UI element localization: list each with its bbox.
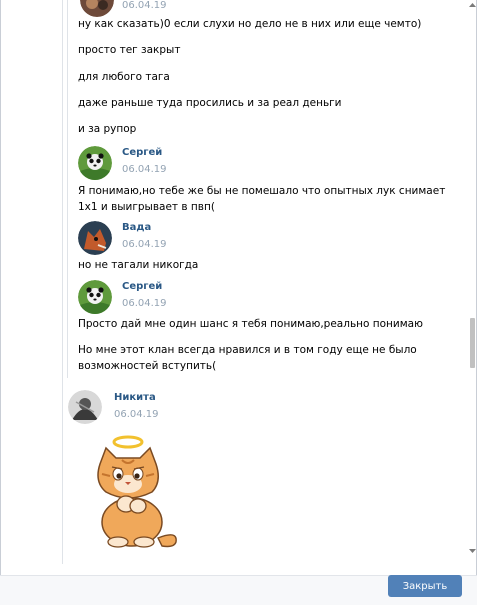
avatar-sergey[interactable] (78, 146, 112, 180)
message-text: Просто дай мне один шанс я тебя понимаю,… (78, 318, 423, 330)
avatar-nikita[interactable] (68, 390, 102, 424)
avatar-vada[interactable] (78, 221, 112, 255)
scrollbar-thumb[interactable] (470, 318, 475, 368)
scrollbar[interactable] (468, 0, 477, 575)
avatar-partial[interactable] (80, 0, 114, 17)
message-text: даже раньше туда просились и за реал ден… (78, 97, 342, 109)
message-text: и за рупор (78, 123, 137, 135)
message-date[interactable]: 06.04.19 (122, 0, 167, 11)
message-thread[interactable]: 06.04.19 ну как сказать)0 если слухи но … (0, 0, 477, 575)
author-link[interactable]: Сергей (122, 147, 162, 158)
message-text: Я понимаю,но тебе же бы не помешало что … (78, 185, 446, 197)
message-date[interactable]: 06.04.19 (114, 409, 159, 420)
window-border (0, 0, 1, 575)
message-date[interactable]: 06.04.19 (122, 239, 167, 250)
author-link[interactable]: Вада (122, 222, 151, 233)
message-text: для любого тага (78, 71, 170, 83)
message-text: Но мне этот клан всегда нравился и в том… (78, 344, 417, 356)
message-text: просто тег закрыт (78, 44, 181, 56)
avatar-sergey[interactable] (78, 280, 112, 314)
close-button[interactable]: Закрыть (388, 575, 462, 597)
author-link[interactable]: Сергей (122, 281, 162, 292)
thread-line (62, 0, 63, 564)
message-date[interactable]: 06.04.19 (122, 164, 167, 175)
message-text: 1x1 и выигрывает в пвп( (78, 201, 215, 213)
scroll-down-arrow-icon[interactable] (469, 547, 476, 554)
message-text: но не тагали никогда (78, 259, 199, 271)
message-date[interactable]: 06.04.19 (122, 298, 167, 309)
message-text: возможностей вступить( (78, 360, 217, 372)
author-link[interactable]: Никита (114, 392, 156, 403)
scroll-up-arrow-icon[interactable] (469, 2, 476, 9)
angel-cat-sticker[interactable] (86, 434, 182, 550)
message-text: ну как сказать)0 если слухи но дело не в… (78, 18, 422, 30)
thread-line-nested (67, 0, 68, 378)
